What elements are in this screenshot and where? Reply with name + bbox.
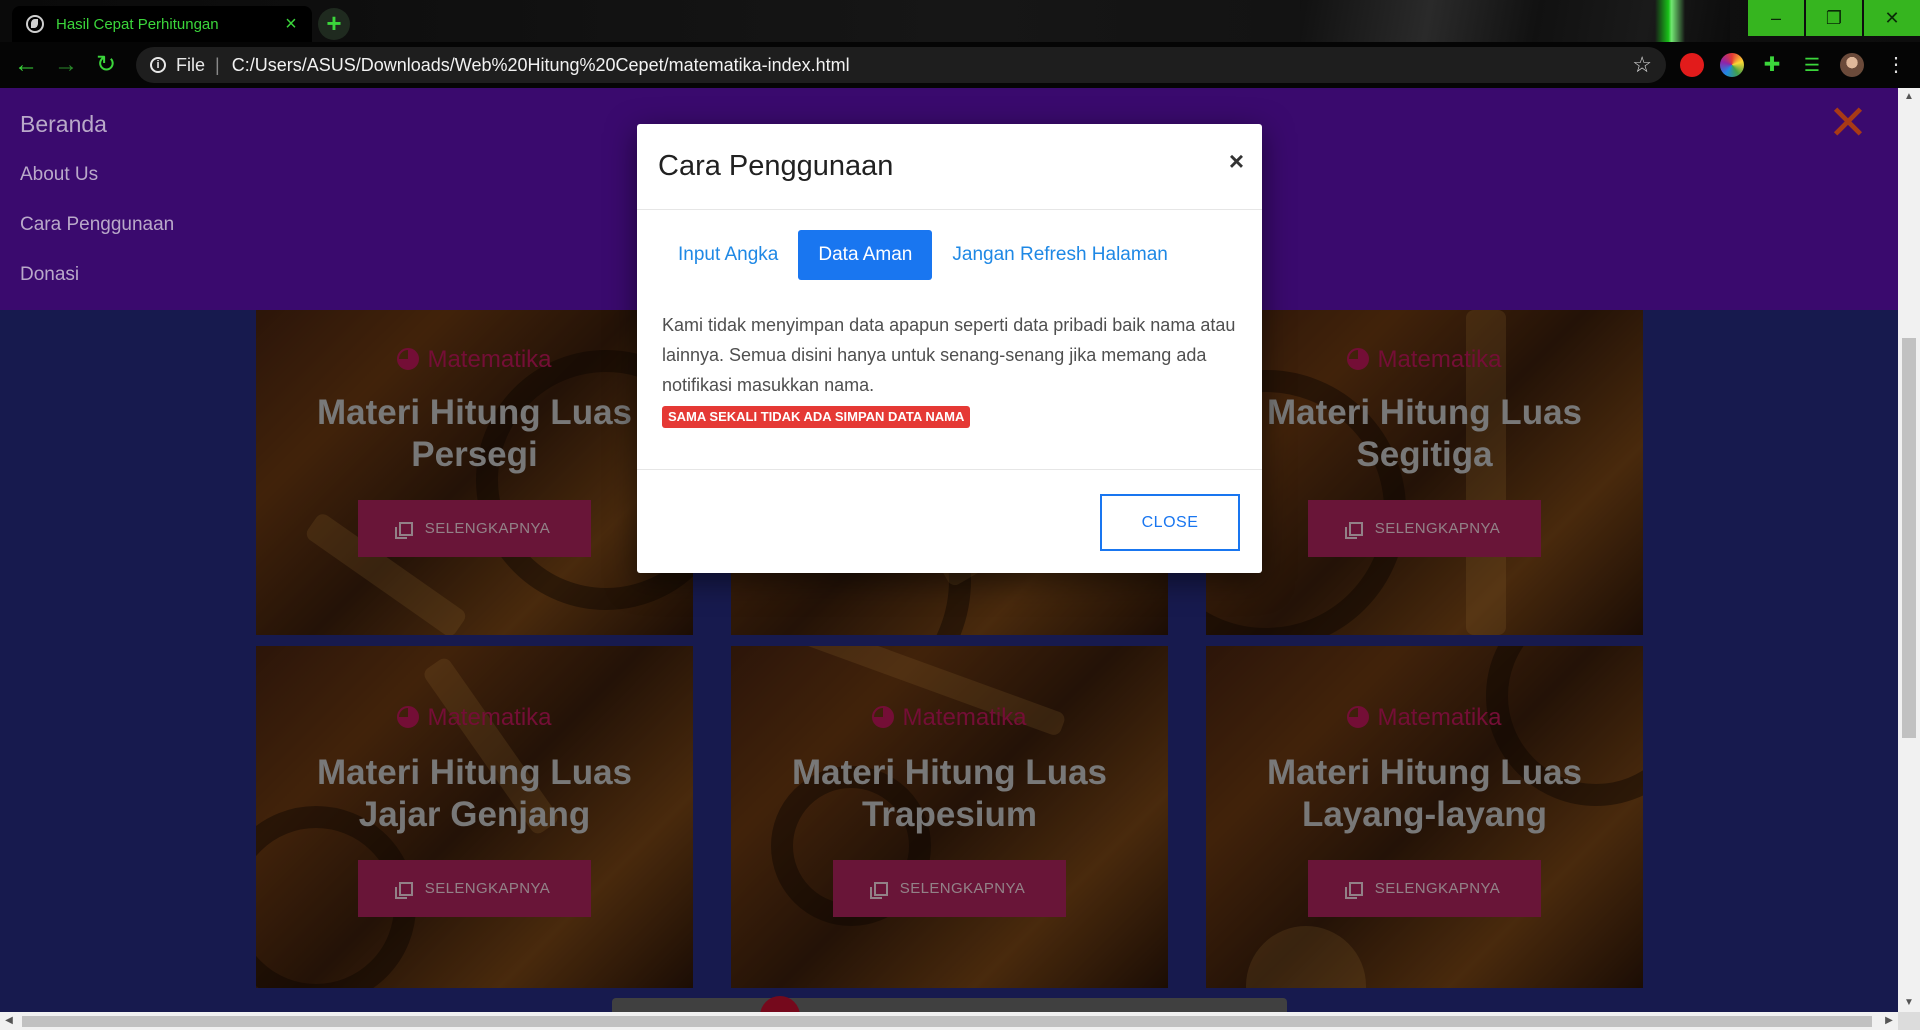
scrollbar-corner <box>1898 1012 1920 1030</box>
url-text[interactable]: C:/Users/ASUS/Downloads/Web%20Hitung%20C… <box>232 55 1633 76</box>
url-separator: | <box>215 54 220 75</box>
modal-close-icon[interactable]: × <box>1229 146 1244 177</box>
extensions-icon[interactable]: ✚ <box>1760 53 1784 77</box>
info-icon[interactable]: i <box>150 57 166 73</box>
minimize-button[interactable]: – <box>1748 0 1804 36</box>
new-tab-button[interactable]: + <box>318 8 350 40</box>
reload-icon[interactable]: ↻ <box>90 49 122 81</box>
tab-title: Hasil Cepat Perhitungan <box>56 15 219 33</box>
warning-badge: SAMA SEKALI TIDAK ADA SIMPAN DATA NAMA <box>662 406 971 428</box>
forward-arrow-icon[interactable]: → <box>50 49 82 81</box>
modal-tabs: Input Angka Data Aman Jangan Refresh Hal… <box>658 230 1188 280</box>
adblock-icon[interactable] <box>1680 53 1704 77</box>
reading-list-icon[interactable]: ☰ <box>1800 53 1824 77</box>
scroll-right-icon[interactable]: ▶ <box>1880 1012 1898 1030</box>
tab-jangan-refresh[interactable]: Jangan Refresh Halaman <box>932 230 1187 280</box>
usage-modal: Cara Penggunaan × Input Angka Data Aman … <box>637 124 1262 573</box>
vertical-scroll-thumb[interactable] <box>1902 338 1916 738</box>
tab-input-angka[interactable]: Input Angka <box>658 230 798 280</box>
restore-button[interactable]: ❐ <box>1806 0 1862 36</box>
close-button[interactable]: CLOSE <box>1100 494 1240 551</box>
browser-toolbar: ← → ↻ i File | C:/Users/ASUS/Downloads/W… <box>0 42 1920 88</box>
scroll-left-icon[interactable]: ◀ <box>0 1012 18 1030</box>
browser-tab[interactable]: Hasil Cepat Perhitungan × <box>12 6 312 42</box>
color-picker-icon[interactable] <box>1720 53 1744 77</box>
bookmark-star-icon[interactable]: ☆ <box>1632 52 1652 78</box>
address-bar[interactable]: i File | C:/Users/ASUS/Downloads/Web%20H… <box>136 47 1666 83</box>
browser-window: Hasil Cepat Perhitungan × + – ❐ ✕ ← → ↻ … <box>0 0 1920 1030</box>
modal-footer-divider <box>637 469 1262 470</box>
window-close-button[interactable]: ✕ <box>1864 0 1920 36</box>
vertical-scrollbar[interactable]: ▲ ▼ <box>1898 88 1920 1012</box>
browser-menu-icon[interactable]: ⋮ <box>1884 53 1908 77</box>
menu-close-icon[interactable]: ✕ <box>1826 100 1870 148</box>
scroll-up-icon[interactable]: ▲ <box>1898 88 1920 106</box>
tab-strip: Hasil Cepat Perhitungan × + – ❐ ✕ <box>0 0 1920 42</box>
modal-title: Cara Penggunaan <box>658 150 894 182</box>
horizontal-scrollbar[interactable]: ◀ ▶ <box>0 1012 1898 1030</box>
tab-close-icon[interactable]: × <box>280 13 302 35</box>
modal-body-text: Kami tidak menyimpan data apapun seperti… <box>662 315 1236 395</box>
modal-header: Cara Penggunaan × <box>637 124 1262 210</box>
menu-item-cara-penggunaan[interactable]: Cara Penggunaan <box>20 214 174 236</box>
globe-icon <box>26 15 44 33</box>
profile-avatar[interactable] <box>1840 53 1864 77</box>
horizontal-scroll-thumb[interactable] <box>22 1016 1872 1027</box>
url-scheme: File <box>176 54 206 75</box>
scroll-down-icon[interactable]: ▼ <box>1898 994 1920 1012</box>
menu-item-donasi[interactable]: Donasi <box>20 264 79 286</box>
back-arrow-icon[interactable]: ← <box>10 49 42 81</box>
tab-data-aman[interactable]: Data Aman <box>798 230 933 280</box>
menu-item-beranda[interactable]: Beranda <box>20 111 107 138</box>
menu-item-about-us[interactable]: About Us <box>20 164 98 186</box>
page-viewport: Matematika Materi Hitung Luas Persegi SE… <box>0 88 1898 1012</box>
